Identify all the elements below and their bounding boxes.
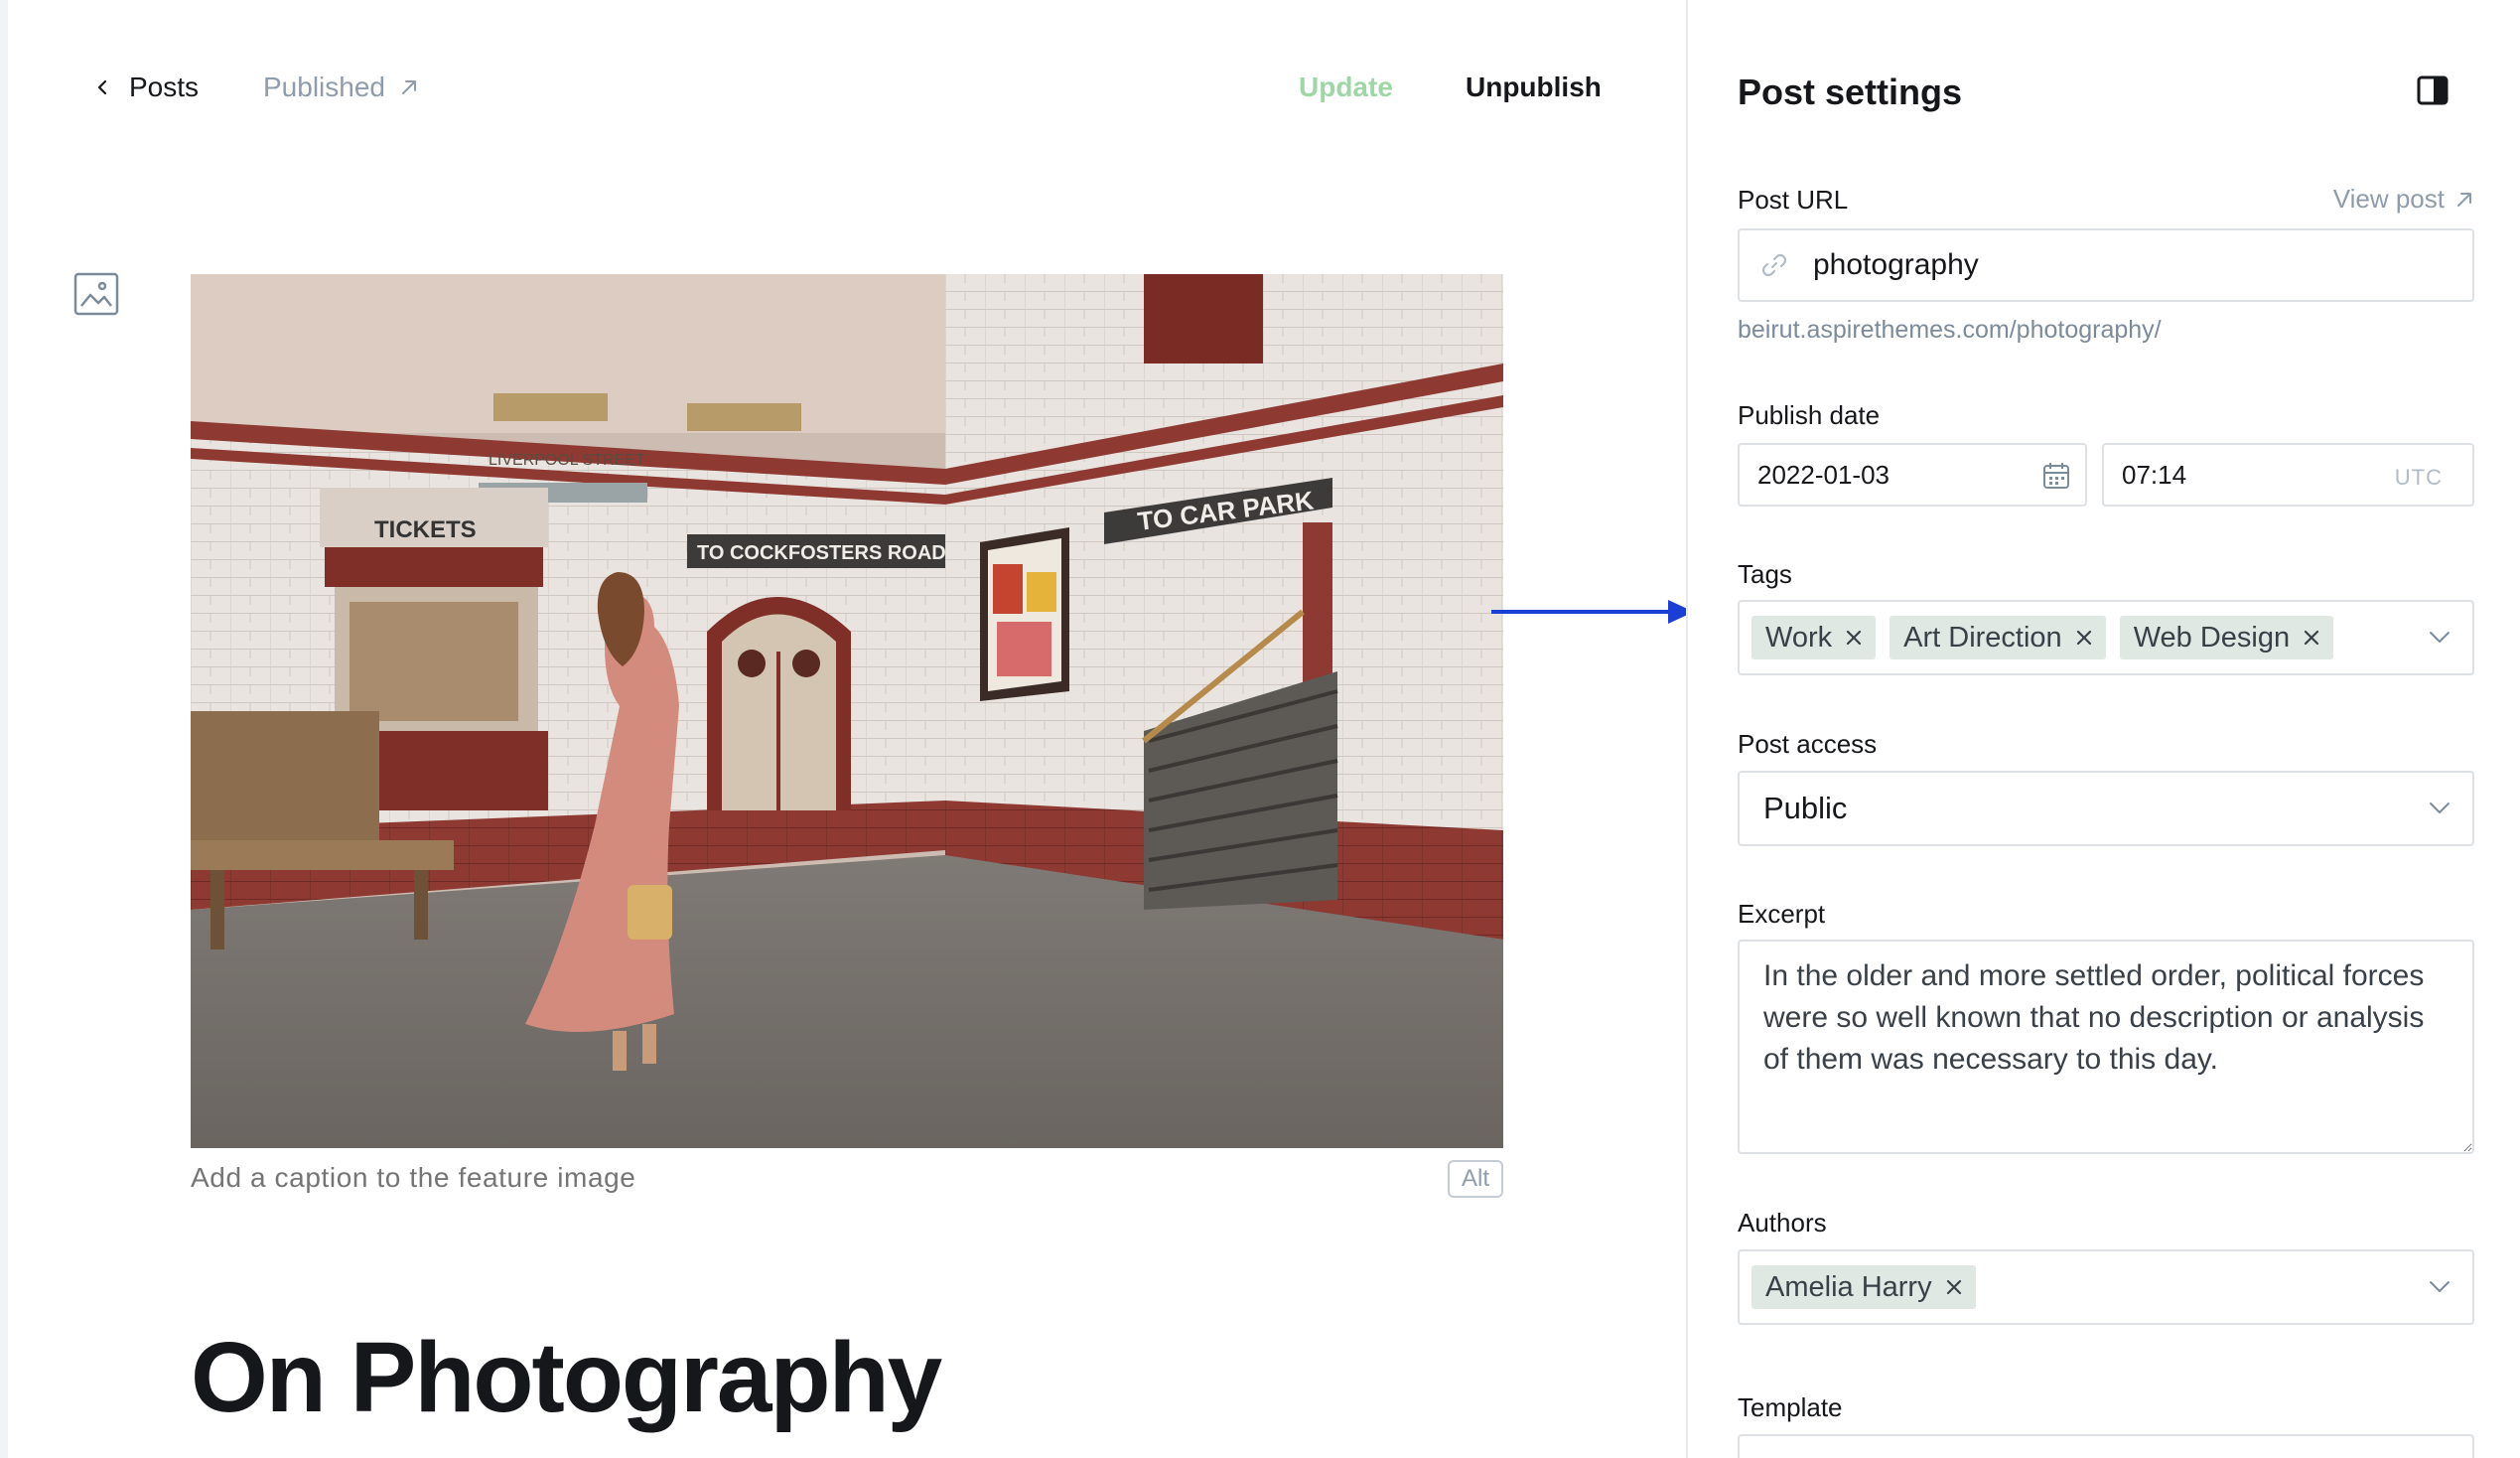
template-select[interactable] xyxy=(1738,1434,2474,1458)
station-photo: LIVERPOOL STREET TICKETS TO COCKFOSTERS … xyxy=(191,274,1503,1148)
link-icon xyxy=(1761,253,1787,277)
feature-image-caption-input[interactable] xyxy=(191,1162,1382,1194)
tag-chip: Work xyxy=(1751,616,1877,659)
feature-image-icon[interactable] xyxy=(73,272,119,316)
post-title[interactable]: On Photography xyxy=(191,1321,942,1435)
post-settings-panel: Post settings Post URL View post beirut.… xyxy=(1686,0,2520,1458)
tickets-sign: TICKETS xyxy=(374,516,477,543)
excerpt-label: Excerpt xyxy=(1738,899,1826,929)
chevron-down-icon[interactable] xyxy=(2429,1280,2450,1294)
timezone-label: UTC xyxy=(2394,465,2443,490)
back-link-label: Posts xyxy=(129,72,200,102)
chevron-down-icon[interactable] xyxy=(2429,631,2450,645)
chevron-left-icon xyxy=(97,79,107,95)
external-arrow-icon xyxy=(2457,192,2471,207)
tag-label: Web Design xyxy=(2133,621,2291,654)
published-status-link[interactable]: Published xyxy=(263,72,419,103)
publish-date-input[interactable] xyxy=(1757,459,2016,491)
cockfosters-sign: TO COCKFOSTERS ROAD xyxy=(697,542,946,564)
publish-time-input[interactable] xyxy=(2122,459,2360,491)
view-post-label: View post xyxy=(2332,184,2445,214)
tags-input[interactable]: Work Art Direction Web Design xyxy=(1738,600,2474,675)
calendar-icon[interactable] xyxy=(2041,461,2071,491)
tag-label: Art Direction xyxy=(1903,621,2062,654)
close-icon[interactable] xyxy=(2304,630,2319,646)
tag-chip: Web Design xyxy=(2119,616,2334,659)
post-url-label: Post URL xyxy=(1738,185,1849,215)
chevron-down-icon xyxy=(2430,802,2450,813)
excerpt-textarea[interactable]: In the older and more settled order, pol… xyxy=(1738,940,2474,1154)
post-url-hint: beirut.aspirethemes.com/photography/ xyxy=(1738,316,2162,344)
update-button[interactable]: Update xyxy=(1299,72,1393,103)
template-label: Template xyxy=(1738,1392,1843,1422)
post-access-select[interactable]: Public xyxy=(1738,771,2474,846)
publish-date-field xyxy=(1738,443,2087,507)
editor-topbar: Posts Published Update Unpublish xyxy=(8,0,1686,183)
post-url-input[interactable] xyxy=(1813,248,2429,282)
unpublish-button[interactable]: Unpublish xyxy=(1466,72,1602,103)
annotation-arrow-icon xyxy=(1491,600,1694,624)
liverpool-street-sign: LIVERPOOL STREET xyxy=(489,452,645,469)
post-access-label: Post access xyxy=(1738,729,1878,759)
authors-label: Authors xyxy=(1738,1208,1827,1238)
post-access-value: Public xyxy=(1763,791,1848,825)
view-post-link[interactable]: View post xyxy=(2333,184,2474,215)
post-editor: Posts Published Update Unpublish LIVERPO… xyxy=(8,0,1694,1458)
publish-time-field: UTC xyxy=(2102,443,2474,507)
author-chip: Amelia Harry xyxy=(1751,1265,1976,1309)
post-url-field xyxy=(1738,228,2474,302)
window-edge xyxy=(0,0,8,1458)
back-to-posts-link[interactable]: Posts xyxy=(93,72,199,103)
close-icon[interactable] xyxy=(2076,630,2092,646)
feature-image[interactable]: LIVERPOOL STREET TICKETS TO COCKFOSTERS … xyxy=(191,274,1503,1148)
external-arrow-icon xyxy=(401,80,416,94)
sidebar-toggle-icon[interactable] xyxy=(2417,75,2449,105)
publish-date-label: Publish date xyxy=(1738,400,1881,430)
alt-text-button[interactable]: Alt xyxy=(1448,1160,1503,1198)
close-icon[interactable] xyxy=(1846,630,1862,646)
tag-label: Work xyxy=(1765,621,1833,654)
close-icon[interactable] xyxy=(1946,1279,1962,1295)
status-label: Published xyxy=(263,72,385,102)
tag-chip: Art Direction xyxy=(1890,616,2106,659)
settings-title: Post settings xyxy=(1738,72,1963,112)
authors-input[interactable]: Amelia Harry xyxy=(1738,1249,2474,1325)
author-label: Amelia Harry xyxy=(1765,1270,1932,1303)
tags-label: Tags xyxy=(1738,559,1792,589)
